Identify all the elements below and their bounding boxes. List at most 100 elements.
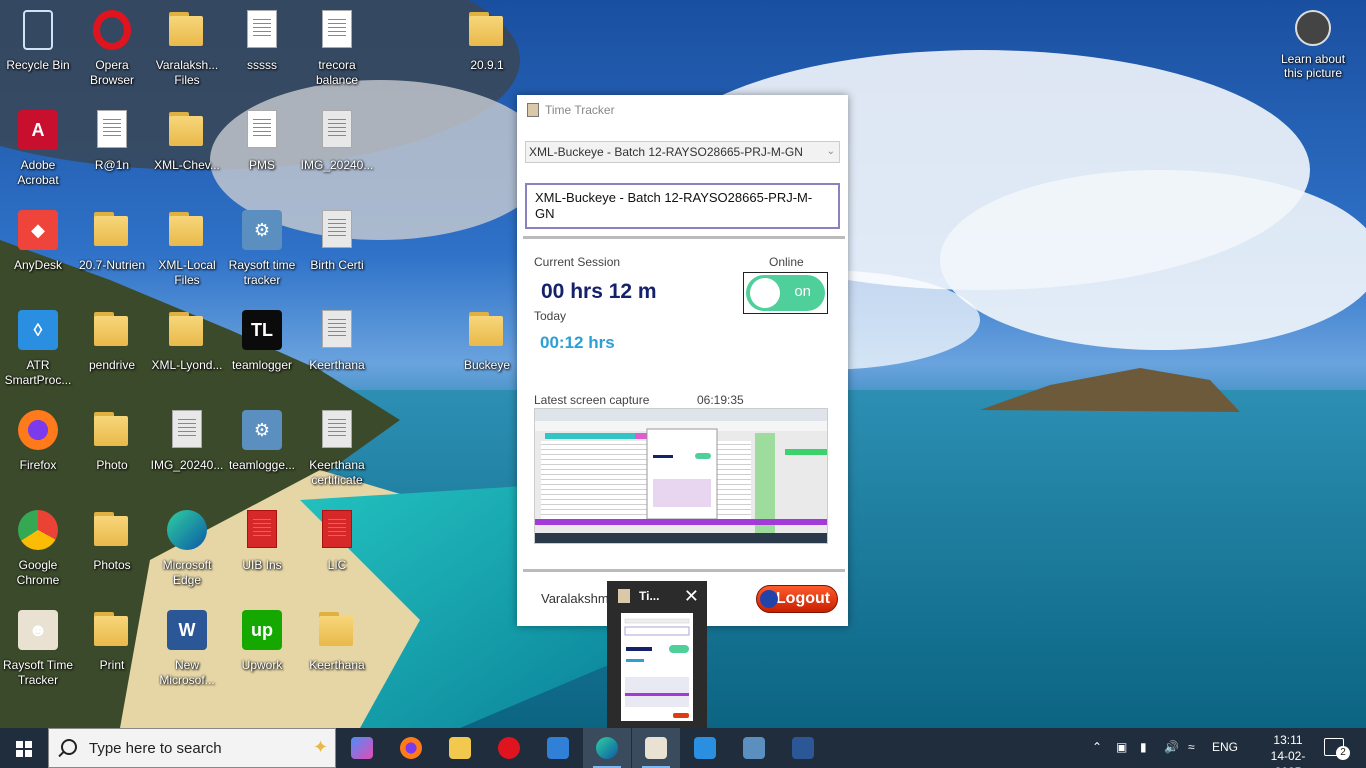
meet-icon[interactable]: ▣ xyxy=(1116,740,1127,754)
sparkle-icon: ✦ xyxy=(313,737,329,757)
taskbar-app-file-explorer[interactable] xyxy=(436,728,484,768)
desktop-icon[interactable]: 20.9.1 xyxy=(450,4,524,100)
desktop-icon[interactable]: ⚙ teamlogge... xyxy=(225,404,299,500)
document-icon xyxy=(322,10,352,48)
desktop-icon[interactable]: ⚙ Raysoft time tracker xyxy=(225,204,299,300)
desktop-icon[interactable]: W New Microsof... xyxy=(150,604,224,700)
desktop-icon[interactable]: Keerthana xyxy=(300,604,374,700)
toggle-track: on xyxy=(746,275,825,311)
desktop-icon[interactable]: ☻ Raysoft Time Tracker xyxy=(1,604,75,700)
taskbar-app-edge[interactable] xyxy=(583,728,631,768)
word-icon xyxy=(792,737,814,759)
desktop-icon[interactable]: Print xyxy=(75,604,149,700)
icon-wrapper: TL xyxy=(240,310,284,354)
desktop-icon[interactable]: sssss xyxy=(225,4,299,100)
icon-wrapper xyxy=(165,110,209,154)
time-tracker-window: Time Tracker XML-Buckeye - Batch 12-RAYS… xyxy=(517,95,848,626)
icon-wrapper xyxy=(315,410,359,454)
desktop-icon[interactable]: pendrive xyxy=(75,304,149,400)
folder-icon xyxy=(169,10,205,48)
desktop-icon[interactable]: Recycle Bin xyxy=(1,4,75,100)
desktop-icon[interactable]: Varalaksh... Files xyxy=(150,4,224,100)
desktop-icon[interactable]: A Adobe Acrobat xyxy=(1,104,75,200)
taskbar-app-opera[interactable] xyxy=(485,728,533,768)
desktop-icon-label: Raysoft time tracker xyxy=(228,258,296,287)
online-toggle[interactable]: on xyxy=(743,272,828,314)
app-icon xyxy=(618,589,630,603)
desktop-icon[interactable]: UIB Ins xyxy=(225,504,299,600)
desktop-icon[interactable]: XML-Local Files xyxy=(150,204,224,300)
icon-wrapper xyxy=(165,510,209,554)
desktop-icon[interactable]: Buckeye xyxy=(450,304,524,400)
icon-wrapper: ◆ xyxy=(16,210,60,254)
icon-wrapper xyxy=(315,10,359,54)
desktop-icon[interactable]: XML-Chev... xyxy=(150,104,224,200)
window-titlebar[interactable]: Time Tracker xyxy=(517,95,848,125)
taskbar-app-copilot[interactable] xyxy=(338,728,386,768)
desktop-icon[interactable]: XML-Lyond... xyxy=(150,304,224,400)
desktop-icon[interactable]: up Upwork xyxy=(225,604,299,700)
taskbar-app-mail[interactable] xyxy=(534,728,582,768)
desktop-icon[interactable]: 20.7-Nutrien xyxy=(75,204,149,300)
battery-icon[interactable]: ▮ xyxy=(1140,740,1147,754)
taskbar-app-atr[interactable] xyxy=(681,728,729,768)
taskbar-window-preview[interactable]: Ti... ✕ xyxy=(607,581,707,728)
clock[interactable]: 13:11 14-02-2025 xyxy=(1258,732,1318,768)
wifi-icon[interactable]: ≈ xyxy=(1188,740,1195,754)
close-icon[interactable]: ✕ xyxy=(684,581,699,611)
project-select-value: XML-Buckeye - Batch 12-RAYSO28665-PRJ-M-… xyxy=(529,145,803,159)
desktop-icon[interactable]: IMG_20240... xyxy=(150,404,224,500)
icon-wrapper xyxy=(90,510,134,554)
image-file-icon xyxy=(322,410,352,448)
desktop-icon[interactable]: LIC xyxy=(300,504,374,600)
desktop-icon[interactable]: trecora balance xyxy=(300,4,374,100)
desktop-icon-label: IMG_20240... xyxy=(150,458,224,472)
screen-capture-thumbnail[interactable] xyxy=(534,408,828,544)
desktop-icon[interactable]: Photo xyxy=(75,404,149,500)
desktop-icon[interactable]: Keerthana certificate xyxy=(300,404,374,500)
notification-icon[interactable]: 2 xyxy=(1324,738,1350,760)
copilot-icon xyxy=(351,737,373,759)
preview-thumbnail[interactable] xyxy=(621,613,693,721)
desktop-icon[interactable]: ◆ AnyDesk xyxy=(1,204,75,300)
desktop-icon[interactable]: Birth Certi xyxy=(300,204,374,300)
desktop-icon[interactable]: TL teamlogger xyxy=(225,304,299,400)
icon-wrapper xyxy=(240,510,284,554)
desktop-icon[interactable]: R@1n xyxy=(75,104,149,200)
start-button[interactable] xyxy=(0,728,48,768)
icon-wrapper xyxy=(315,110,359,154)
icon-wrapper xyxy=(90,410,134,454)
taskbar-app-raysoft-setup[interactable] xyxy=(730,728,778,768)
logout-button[interactable]: Logout xyxy=(756,585,838,613)
learn-about-picture[interactable]: Learn about this picture xyxy=(1276,10,1350,80)
desktop-icon[interactable]: Google Chrome xyxy=(1,504,75,600)
taskbar-app-word[interactable] xyxy=(779,728,827,768)
pdf-icon xyxy=(247,510,277,548)
taskbar-search[interactable]: Type here to search ✦ xyxy=(48,728,336,768)
desktop-icon-label: XML-Chev... xyxy=(154,158,220,172)
language-indicator[interactable]: ENG xyxy=(1212,740,1238,754)
desktop-icon[interactable]: ◊ ATR SmartProc... xyxy=(1,304,75,400)
desktop-icon-label: Keerthana certificate xyxy=(309,458,365,487)
desktop-icon[interactable]: Microsoft Edge xyxy=(150,504,224,600)
desktop-icon[interactable]: Opera Browser xyxy=(75,4,149,100)
project-select[interactable]: XML-Buckeye - Batch 12-RAYSO28665-PRJ-M-… xyxy=(525,141,840,163)
taskbar-app-firefox[interactable] xyxy=(387,728,435,768)
icon-wrapper xyxy=(90,210,134,254)
desktop-icon-label: 20.9.1 xyxy=(470,58,504,72)
desktop-icon-label: sssss xyxy=(247,58,277,72)
desktop-icon-label: Firefox xyxy=(19,458,57,472)
file-explorer-icon xyxy=(449,737,471,759)
volume-icon[interactable]: 🔊 xyxy=(1164,740,1179,754)
desktop-icon[interactable]: IMG_20240... xyxy=(300,104,374,200)
time-tracker-icon xyxy=(645,737,667,759)
desktop-icon[interactable]: Keerthana xyxy=(300,304,374,400)
edge-icon xyxy=(596,737,618,759)
desktop-icon[interactable]: PMS xyxy=(225,104,299,200)
desktop-icon-label: XML-Local Files xyxy=(158,258,216,287)
chevron-up-icon[interactable]: ⌃ xyxy=(1092,740,1102,754)
desktop-icon[interactable]: Firefox xyxy=(1,404,75,500)
taskbar-app-time-tracker[interactable] xyxy=(632,728,680,768)
desktop-icon[interactable]: Photos xyxy=(75,504,149,600)
task-field[interactable]: XML-Buckeye - Batch 12-RAYSO28665-PRJ-M-… xyxy=(525,183,840,229)
